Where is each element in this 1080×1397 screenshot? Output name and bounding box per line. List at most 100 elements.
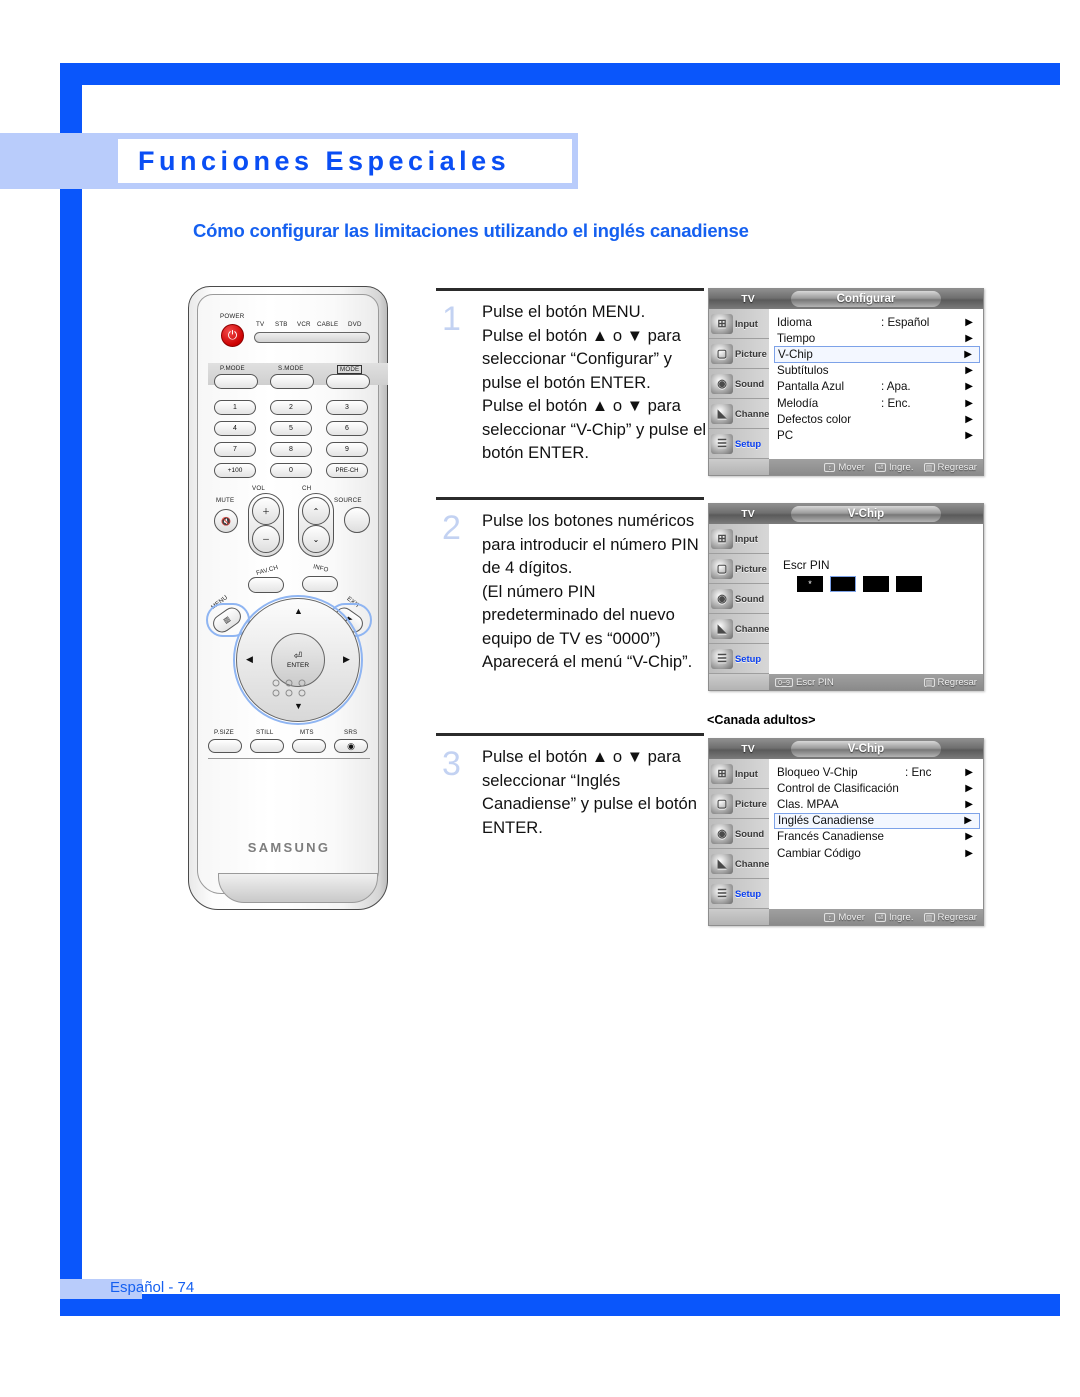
status-pin-label: Escr PIN <box>796 676 834 688</box>
sidebar-item-picture[interactable]: ▢ Picture <box>709 789 769 819</box>
vol-down-button[interactable]: － <box>252 525 280 553</box>
sidebar-item-sound[interactable]: ◉ Sound <box>709 584 769 614</box>
pmode-button[interactable] <box>214 374 258 389</box>
row-label: Bloqueo V-Chip <box>777 765 858 779</box>
menu-row-defectos-color[interactable]: Defectos color ▶ <box>777 411 977 427</box>
sidebar-label-setup: Setup <box>735 653 762 664</box>
menu-row-ingles-canadiense[interactable]: Inglés Canadiense ▶ <box>774 812 980 829</box>
ch-label: CH <box>302 485 312 492</box>
menu-row-idioma[interactable]: Idioma : Español ▶ <box>777 314 977 330</box>
menu-row-pantalla-azul[interactable]: Pantalla Azul : Apa. ▶ <box>777 379 977 395</box>
key-5[interactable]: 5 <box>270 421 312 436</box>
sidebar-item-setup[interactable]: ☰ Setup <box>709 644 769 674</box>
dpad-up-icon[interactable]: ▲ <box>294 606 303 616</box>
mute-icon[interactable]: 🔇 <box>214 509 238 533</box>
chevron-right-icon: ▶ <box>965 381 973 393</box>
samsung-logo: SAMSUNG <box>247 840 331 855</box>
ch-down-button[interactable]: ⌄ <box>302 525 330 553</box>
row-value: : Enc <box>905 765 932 779</box>
dpad-left-icon[interactable]: ◀ <box>246 654 253 665</box>
mode-label: MODE <box>337 365 363 374</box>
sidebar-item-setup[interactable]: ☰ Setup <box>709 429 769 459</box>
menu-row-tiempo[interactable]: Tiempo ▶ <box>777 330 977 346</box>
smode-button[interactable] <box>270 374 314 389</box>
menu-row-clas-mpaa[interactable]: Clas. MPAA ▶ <box>777 796 977 812</box>
sidebar-item-channel[interactable]: ◣ Channel <box>709 614 772 644</box>
key-9[interactable]: 9 <box>326 442 368 457</box>
favch-button[interactable] <box>248 577 284 593</box>
row-label: PC <box>777 428 794 442</box>
updown-key-icon: ↕ <box>824 912 836 922</box>
key-8[interactable]: 8 <box>270 442 312 457</box>
step-1-text: Pulse el botón MENU. Pulse el botón ▲ o … <box>482 302 707 462</box>
key-prech[interactable]: PRE-CH <box>326 463 368 478</box>
mode-selector-bar <box>254 332 370 343</box>
enter-icon: ⏎ <box>293 651 303 662</box>
vol-up-button[interactable]: ＋ <box>252 497 280 525</box>
chevron-right-icon: ▶ <box>965 316 973 328</box>
mts-button[interactable] <box>292 739 326 753</box>
sidebar-item-channel[interactable]: ◣ Channel <box>709 399 772 429</box>
osd2-sidebar: ⊞ Input ▢ Picture ◉ Sound ◣ Channel ☰ Se… <box>709 524 772 674</box>
sidebar-item-sound[interactable]: ◉ Sound <box>709 819 769 849</box>
info-label: INFO <box>312 563 330 574</box>
menu-row-cambiar-codigo[interactable]: Cambiar Código ▶ <box>777 845 977 861</box>
info-button[interactable] <box>302 576 338 592</box>
menu-row-melodia[interactable]: Melodía : Enc. ▶ <box>777 395 977 411</box>
enter-key-icon: ⏎ <box>874 462 886 472</box>
sidebar-item-sound[interactable]: ◉ Sound <box>709 369 769 399</box>
dpad-right-icon[interactable]: ▶ <box>343 654 350 665</box>
dpad-down-icon[interactable]: ▼ <box>294 701 303 711</box>
pin-entry-field[interactable]: * <box>797 576 922 592</box>
key-2[interactable]: 2 <box>270 400 312 415</box>
sidebar-label-input: Input <box>735 533 758 544</box>
power-icon: ⏻ <box>221 324 244 347</box>
pin-digit-4[interactable] <box>896 576 922 592</box>
key-6[interactable]: 6 <box>326 421 368 436</box>
menu-row-subtitulos[interactable]: Subtítulos ▶ <box>777 363 977 379</box>
srs-button[interactable]: ◉ <box>334 739 368 753</box>
input-icon: ⊞ <box>711 313 733 334</box>
ch-up-button[interactable]: ⌃ <box>302 497 330 525</box>
pin-digit-3[interactable] <box>863 576 889 592</box>
mode-label-vcr: VCR <box>297 321 311 328</box>
key-4[interactable]: 4 <box>214 421 256 436</box>
sidebar-label-channel: Channel <box>735 408 772 419</box>
enter-label: ENTER <box>286 662 310 669</box>
osd1-sidebar: ⊞ Input ▢ Picture ◉ Sound ◣ Channel ☰ Se… <box>709 309 772 459</box>
osd3-title: V-Chip <box>791 741 941 757</box>
menu-row-bloqueo-vchip[interactable]: Bloqueo V-Chip : Enc ▶ <box>777 764 977 780</box>
pin-digit-1[interactable]: * <box>797 576 823 592</box>
sidebar-item-channel[interactable]: ◣ Channel <box>709 849 772 879</box>
key-3[interactable]: 3 <box>326 400 368 415</box>
status-move: ↕ Mover <box>824 462 865 473</box>
psize-button[interactable] <box>208 739 242 753</box>
mode-label-stb: STB <box>275 321 288 328</box>
menu-row-pc[interactable]: PC ▶ <box>777 427 977 443</box>
sidebar-item-picture[interactable]: ▢ Picture <box>709 339 769 369</box>
menu-row-vchip[interactable]: V-Chip ▶ <box>774 346 980 363</box>
osd2-statusbar: 0~9 Escr PIN ▥ Regresar <box>709 674 983 690</box>
menu-key-icon: ▥ <box>923 912 935 922</box>
setup-icon: ☰ <box>711 883 733 904</box>
key-1[interactable]: 1 <box>214 400 256 415</box>
sidebar-item-input[interactable]: ⊞ Input <box>709 759 769 789</box>
source-button[interactable] <box>344 507 370 533</box>
step-2-number: 2 <box>442 509 461 547</box>
still-button[interactable] <box>250 739 284 753</box>
sidebar-item-picture[interactable]: ▢ Picture <box>709 554 769 584</box>
mode-button[interactable] <box>326 374 370 389</box>
sidebar-item-input[interactable]: ⊞ Input <box>709 524 769 554</box>
key-plus100[interactable]: +100 <box>214 463 256 478</box>
pin-digit-2[interactable] <box>830 576 856 592</box>
srs-label: SRS <box>344 729 358 736</box>
sidebar-item-setup[interactable]: ☰ Setup <box>709 879 769 909</box>
osd1-content: Idioma : Español ▶ Tiempo ▶ V-Chip ▶ Sub… <box>769 309 983 459</box>
chevron-right-icon: ▶ <box>965 831 973 843</box>
still-label: STILL <box>256 729 274 736</box>
menu-row-control-clasificacion[interactable]: Control de Clasificación ▶ <box>777 780 977 796</box>
key-7[interactable]: 7 <box>214 442 256 457</box>
sidebar-item-input[interactable]: ⊞ Input <box>709 309 769 339</box>
menu-row-frances-canadiense[interactable]: Francés Canadiense ▶ <box>777 829 977 845</box>
key-0[interactable]: 0 <box>270 463 312 478</box>
